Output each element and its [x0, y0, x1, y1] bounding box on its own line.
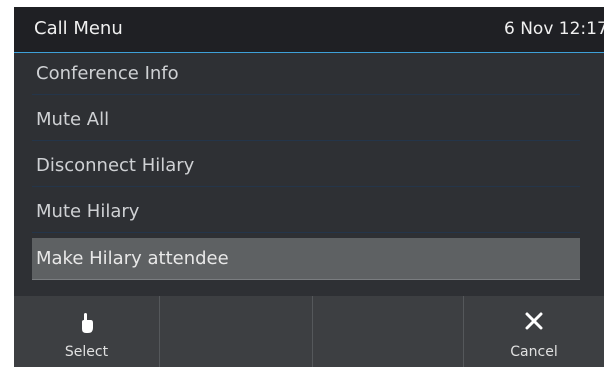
softkey-2[interactable]: [160, 296, 313, 367]
close-icon: [525, 312, 543, 334]
date-time: 6 Nov 12:17: [504, 19, 604, 39]
menu-item-conference-info[interactable]: Conference Info: [32, 53, 580, 95]
menu-item-mute-hilary[interactable]: Mute Hilary: [32, 191, 580, 233]
softkey-3[interactable]: [313, 296, 464, 367]
page-title: Call Menu: [34, 18, 123, 39]
menu-item-disconnect-hilary[interactable]: Disconnect Hilary: [32, 145, 580, 187]
header-bar: Call Menu 6 Nov 12:17: [14, 7, 604, 53]
select-label: Select: [64, 344, 109, 360]
cancel-softkey[interactable]: Cancel: [464, 296, 604, 367]
cancel-label: Cancel: [510, 344, 558, 360]
menu-item-mute-all[interactable]: Mute All: [32, 99, 580, 141]
select-softkey[interactable]: Select: [14, 296, 160, 367]
phone-screen: Call Menu 6 Nov 12:17 Conference Info Mu…: [14, 7, 604, 367]
hand-pointer-icon: [79, 312, 95, 338]
menu-item-make-hilary-attendee[interactable]: Make Hilary attendee: [32, 238, 580, 280]
softkey-bar: Select Cancel: [14, 296, 604, 367]
